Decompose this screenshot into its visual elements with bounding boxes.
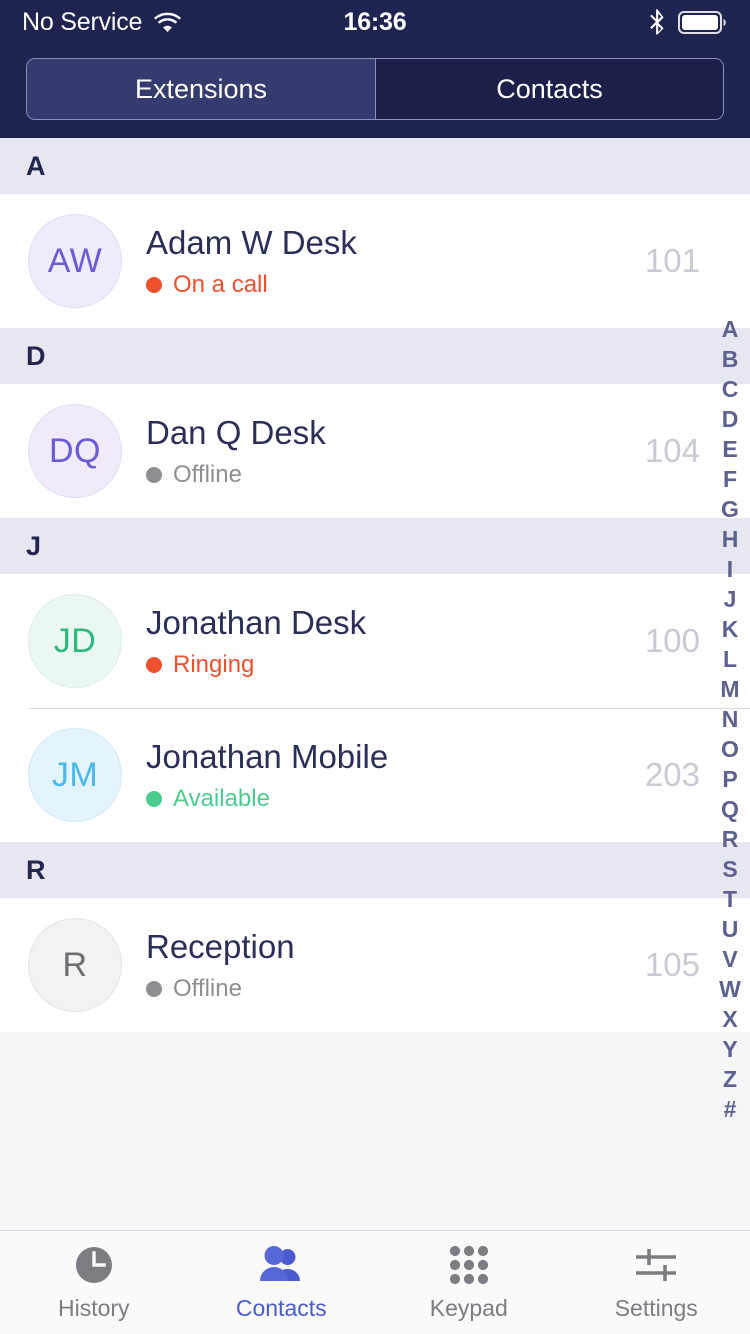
alphabet-index-letter[interactable]: L [723,644,737,674]
presence-dot-icon [146,656,162,673]
status-bar-right [648,9,728,35]
clock-icon [73,1244,115,1286]
contact-name: Reception [146,927,295,965]
contact-name: Jonathan Desk [146,603,367,641]
section-rows: AW Adam W Desk On a call 101 [0,194,750,328]
presence-status: On a call [146,271,645,299]
alphabet-index-letter[interactable]: H [722,524,739,554]
presence-status: Offline [146,975,645,1003]
segmented-control[interactable]: Extensions Contacts [26,58,724,120]
section-header-j: J [0,518,750,574]
tab-bar-label-settings: Settings [614,1294,698,1321]
contact-row[interactable]: DQ Dan Q Desk Offline 104 [0,384,750,518]
alphabet-index-letter[interactable]: D [722,404,739,434]
alphabet-index-letter[interactable]: M [720,674,739,704]
alphabet-index-letter[interactable]: Z [723,1064,737,1094]
status-bar: No Service 16:36 [0,0,750,44]
section-rows: JD Jonathan Desk Ringing 100 JM Jonathan Mobi… [0,574,750,842]
contact-info: Jonathan Mobile Available [122,738,645,813]
alphabet-index-letter[interactable]: N [722,704,739,734]
alphabet-index-letter[interactable]: Q [721,794,739,824]
contact-name: Adam W Desk [146,223,357,261]
extension-number: 101 [644,242,700,279]
alphabet-index-letter[interactable]: R [722,824,739,854]
carrier-label: No Service [22,7,143,36]
avatar: R [28,918,122,1012]
section-header-r: R [0,842,750,898]
presence-status: Ringing [146,651,645,679]
alphabet-index-letter[interactable]: # [724,1094,737,1124]
alphabet-index-letter[interactable]: I [727,554,733,584]
tab-bar-label-keypad: Keypad [429,1294,508,1321]
avatar: JD [28,594,122,688]
presence-label: On a call [173,270,268,298]
section-header-d: D [0,328,750,384]
alphabet-index-letter[interactable]: O [721,734,739,764]
contact-info: Dan Q Desk Offline [122,414,645,489]
alphabet-index-letter[interactable]: U [722,914,739,944]
contact-list[interactable]: A AW Adam W Desk On a call 101 D DQ Dan Q Desk O… [0,138,750,1230]
app-header: No Service 16:36 Extensions Contacts [0,0,750,138]
avatar: DQ [28,404,122,498]
section-rows: DQ Dan Q Desk Offline 104 [0,384,750,518]
presence-label: Available [173,784,270,812]
sliders-icon [634,1244,678,1286]
alphabet-index-letter[interactable]: W [719,974,741,1004]
alphabet-index-letter[interactable]: K [722,614,739,644]
app-screen: No Service 16:36 Extensions Contacts A A… [0,0,750,1334]
alphabet-index-letter[interactable]: F [723,464,737,494]
presence-label: Offline [173,460,242,488]
tab-contacts[interactable]: Contacts [375,59,723,119]
contact-info: Jonathan Desk Ringing [122,604,645,679]
avatar: AW [28,214,122,308]
presence-dot-icon [146,790,162,807]
presence-dot-icon [146,276,162,293]
alphabet-index-letter[interactable]: S [722,854,737,884]
presence-status: Offline [146,461,645,489]
status-bar-left: No Service [22,7,182,37]
section-header-a: A [0,138,750,194]
section-rows: R Reception Offline 105 [0,898,750,1032]
people-icon [258,1244,304,1286]
battery-full-icon [678,10,728,35]
bottom-tab-bar[interactable]: History Contacts Keypad Settings [0,1230,750,1334]
presence-dot-icon [146,980,162,997]
tab-bar-label-history: History [57,1294,130,1321]
alphabet-index-letter[interactable]: Y [722,1034,737,1064]
tab-bar-item-settings[interactable]: Settings [563,1231,750,1334]
contact-name: Dan Q Desk [146,413,326,451]
contact-row[interactable]: AW Adam W Desk On a call 101 [0,194,750,328]
avatar: JM [28,728,122,822]
contact-info: Adam W Desk On a call [122,224,645,299]
contact-name: Jonathan Mobile [146,737,389,775]
alphabet-index-letter[interactable]: V [722,944,737,974]
alphabet-index[interactable]: A B C D E F G H I J K L M N O P Q R S T U V W X Y Z # [710,314,750,1124]
alphabet-index-letter[interactable]: T [723,884,737,914]
dialpad-icon [448,1244,490,1286]
tab-bar-label-contacts: Contacts [235,1294,327,1321]
alphabet-index-letter[interactable]: G [721,494,739,524]
contact-row[interactable]: R Reception Offline 105 [0,898,750,1032]
wifi-icon [154,12,182,32]
contact-row[interactable]: JM Jonathan Mobile Available 203 [0,708,750,842]
tab-bar-item-keypad[interactable]: Keypad [375,1231,563,1334]
alphabet-index-letter[interactable]: P [722,764,737,794]
alphabet-index-letter[interactable]: J [724,584,737,614]
bluetooth-icon [648,9,666,35]
contact-row[interactable]: JD Jonathan Desk Ringing 100 [0,574,750,708]
presence-dot-icon [146,466,162,483]
alphabet-index-letter[interactable]: B [722,344,739,374]
alphabet-index-letter[interactable]: X [722,1004,737,1034]
tab-extensions[interactable]: Extensions [27,59,375,119]
contact-info: Reception Offline [122,928,645,1003]
segmented-control-wrap: Extensions Contacts [0,44,750,138]
alphabet-index-letter[interactable]: A [722,314,739,344]
tab-bar-item-history[interactable]: History [0,1231,188,1334]
tab-bar-item-contacts[interactable]: Contacts [188,1231,376,1334]
alphabet-index-letter[interactable]: C [722,374,739,404]
presence-label: Ringing [173,650,255,678]
presence-label: Offline [173,974,242,1002]
presence-status: Available [146,785,645,813]
alphabet-index-letter[interactable]: E [722,434,737,464]
